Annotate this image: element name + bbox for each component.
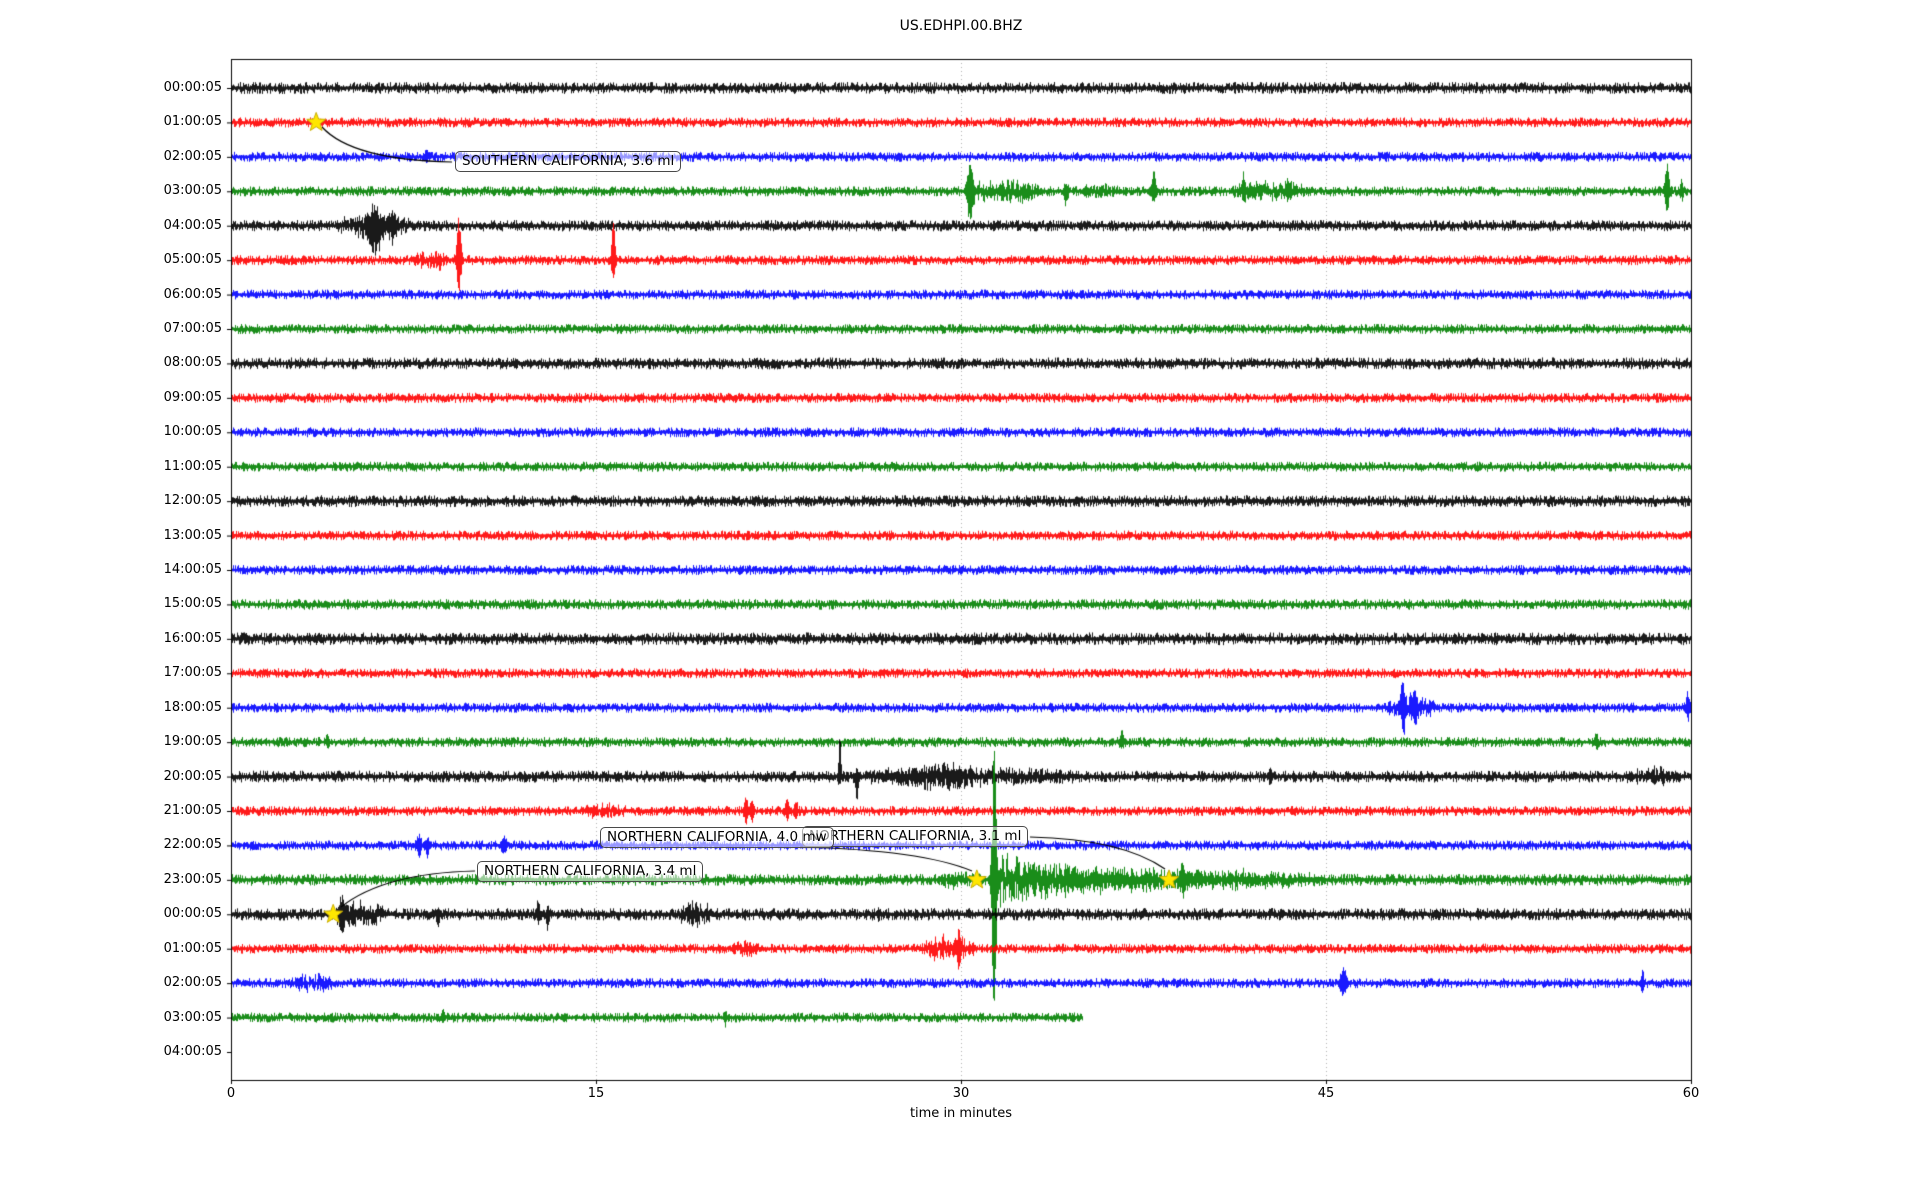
event-annotation: SOUTHERN CALIFORNIA, 3.6 ml	[455, 151, 682, 172]
seismogram-figure: US.EDHPI.00.BHZ 00:00:05 01:00:05 02:00:05…	[0, 0, 1920, 1200]
x-axis-tick-label: 45	[1317, 1086, 1335, 1101]
y-axis-label: 15:00:05	[163, 596, 222, 612]
y-axis-label: 17:00:05	[163, 665, 222, 681]
x-axis-tick-label: 15	[587, 1086, 605, 1101]
y-axis-label: 06:00:05	[163, 286, 222, 302]
event-annotation: NORTHERN CALIFORNIA, 3.4 ml	[477, 861, 704, 882]
x-axis-tick-label: 0	[226, 1086, 236, 1101]
y-axis-label: 13:00:05	[163, 527, 222, 543]
y-axis-label: 18:00:05	[163, 699, 222, 715]
y-axis-label: 04:00:05	[163, 1044, 222, 1059]
y-axis-label: 21:00:05	[163, 803, 222, 818]
y-axis-label: 04:00:05	[163, 217, 222, 233]
event-annotation: NORTHERN CALIFORNIA, 3.1 ml	[802, 826, 1029, 847]
y-axis-label: 14:00:05	[163, 562, 222, 577]
y-axis-label: 22:00:05	[163, 837, 222, 853]
y-axis-label: 09:00:05	[163, 389, 222, 405]
helicorder-canvas	[0, 0, 1920, 1200]
y-axis-label: 00:00:05	[163, 80, 222, 95]
y-axis-label: 11:00:05	[163, 458, 222, 474]
y-axis-label: 03:00:05	[163, 183, 222, 199]
y-axis-label: 02:00:05	[163, 148, 222, 164]
y-axis-label: 02:00:05	[163, 975, 222, 991]
y-axis-label: 03:00:05	[163, 1009, 222, 1025]
x-axis-tick-label: 60	[1682, 1086, 1700, 1101]
y-axis-label: 16:00:05	[163, 630, 222, 646]
y-axis-label: 19:00:05	[163, 734, 222, 750]
event-annotation: NORTHERN CALIFORNIA, 4.0 mw	[600, 827, 834, 848]
y-axis-label: 00:00:05	[163, 906, 222, 922]
y-axis-label: 10:00:05	[163, 424, 222, 440]
y-axis-label: 01:00:05	[163, 940, 222, 956]
y-axis-label: 20:00:05	[163, 768, 222, 784]
y-axis-label: 12:00:05	[163, 493, 222, 509]
x-axis-title: time in minutes	[909, 1106, 1013, 1121]
y-axis-label: 05:00:05	[163, 252, 222, 268]
y-axis-label: 01:00:05	[163, 114, 222, 130]
x-axis-tick-label: 30	[952, 1086, 970, 1101]
y-axis-label: 08:00:05	[163, 355, 222, 371]
figure-title: US.EDHPI.00.BHZ	[899, 18, 1023, 34]
y-axis-label: 23:00:05	[163, 871, 222, 887]
y-axis-label: 07:00:05	[163, 321, 222, 336]
